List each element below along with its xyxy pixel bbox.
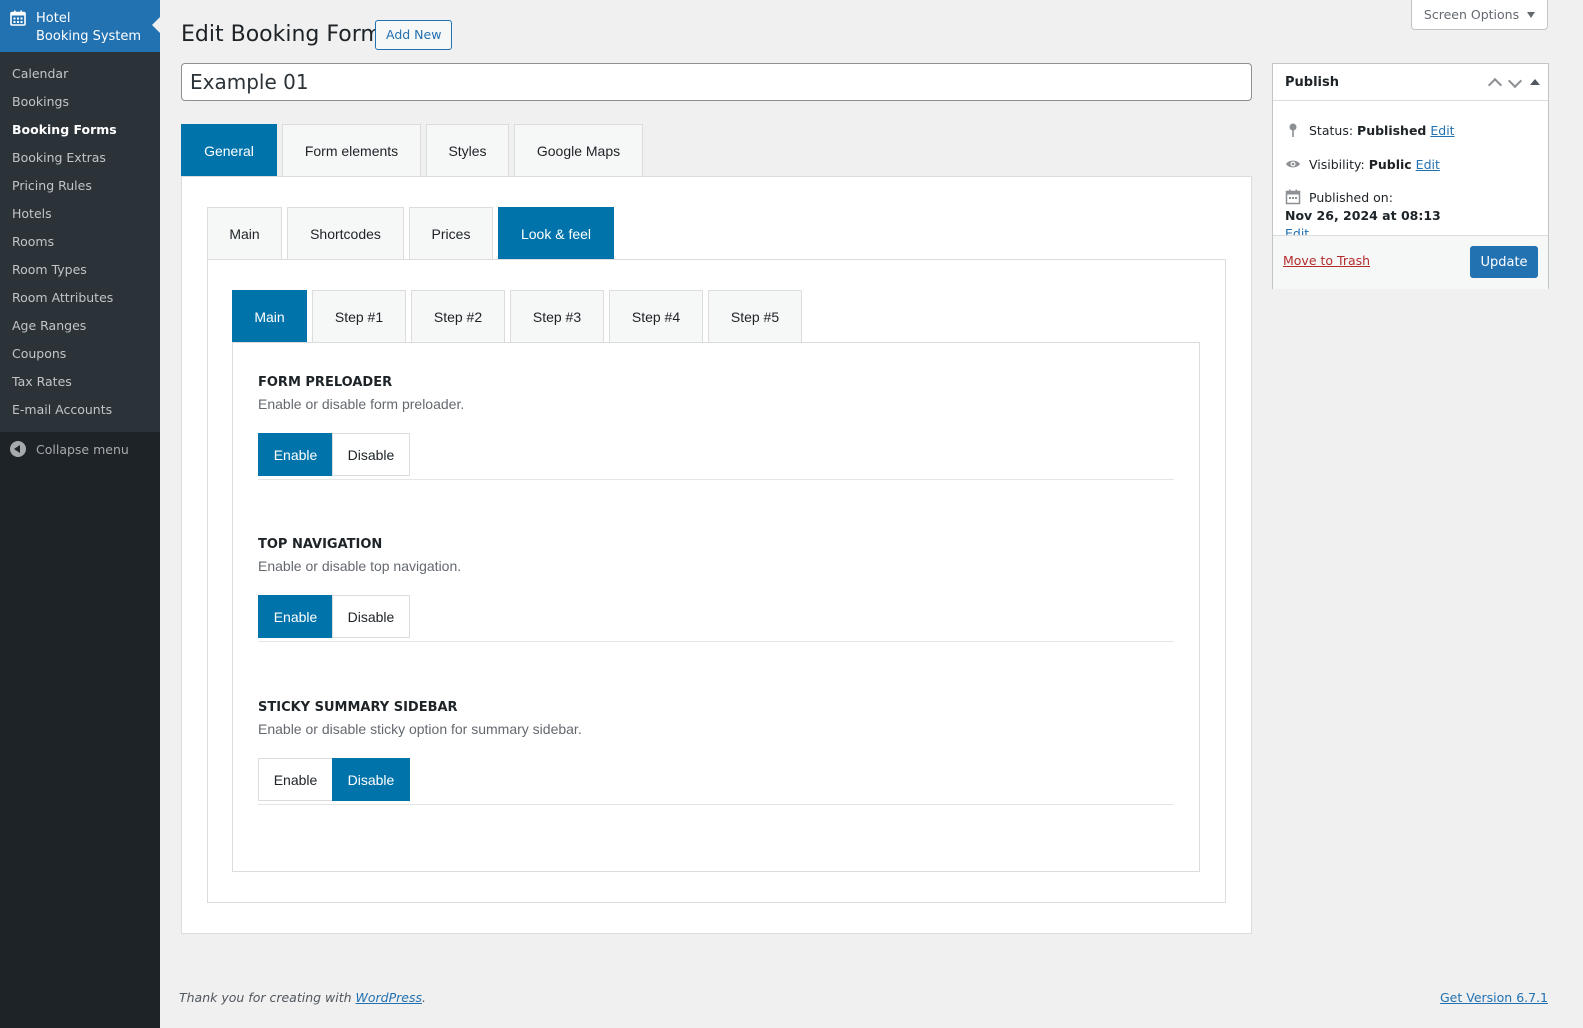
setting-sticky-summary-sidebar: STICKY SUMMARY SIDEBAR Enable or disable… <box>258 667 1174 805</box>
sidebar-plugin-title: Hotel Booking System <box>36 10 141 46</box>
sidebar-item-hotels[interactable]: Hotels <box>0 200 160 228</box>
caret-down-icon <box>1527 11 1536 18</box>
admin-sidebar: Hotel Booking System Calendar Bookings B… <box>0 0 161 1028</box>
edit-status-link[interactable]: Edit <box>1430 122 1454 140</box>
top-navigation-toggle: Enable Disable <box>258 595 1174 638</box>
visibility-value: Public <box>1368 157 1412 172</box>
form-preloader-toggle: Enable Disable <box>258 433 1174 476</box>
update-button[interactable]: Update <box>1470 246 1538 278</box>
top-navigation-enable-button[interactable]: Enable <box>258 595 333 638</box>
calendar-icon <box>10 10 26 26</box>
published-on-label: Published on: <box>1309 190 1393 205</box>
get-version-link[interactable]: Get Version 6.7.1 <box>1440 990 1548 1005</box>
move-up-icon[interactable] <box>1487 77 1503 93</box>
tab-styles[interactable]: Styles <box>426 124 509 177</box>
look-and-feel-step-tabs: Main Step #1 Step #2 Step #3 Step #4 Ste… <box>232 290 807 343</box>
publish-status-row: Status: Published Edit <box>1273 122 1455 140</box>
setting-title: FORM PRELOADER <box>258 375 393 390</box>
main-tabs: General Form elements Styles Google Maps <box>181 124 648 177</box>
sidebar-item-booking-extras[interactable]: Booking Extras <box>0 144 160 172</box>
published-on-value: Nov 26, 2024 at 08:13 <box>1285 208 1441 223</box>
general-subtabs: Main Shortcodes Prices Look & feel <box>207 207 619 260</box>
publish-visibility-row: Visibility: Public Edit <box>1273 156 1440 174</box>
form-title-input[interactable] <box>181 63 1252 101</box>
sidebar-item-email-accounts[interactable]: E-mail Accounts <box>0 396 160 424</box>
publish-title: Publish <box>1285 74 1339 90</box>
sidebar-plugin-title-line2: Booking System <box>36 29 142 44</box>
setting-description: Enable or disable form preloader. <box>258 396 465 412</box>
sidebar-submenu: Calendar Bookings Booking Forms Booking … <box>0 52 160 432</box>
publish-box-header: Publish <box>1273 64 1548 101</box>
current-menu-arrow <box>152 16 161 34</box>
add-new-button[interactable]: Add New <box>375 20 453 50</box>
step-tab-main[interactable]: Main <box>232 290 307 343</box>
setting-description: Enable or disable sticky option for summ… <box>258 721 582 737</box>
sticky-summary-toggle: Enable Disable <box>258 758 1174 801</box>
sidebar-item-pricing-rules[interactable]: Pricing Rules <box>0 172 160 200</box>
step-tab-1[interactable]: Step #1 <box>312 290 406 343</box>
move-down-icon[interactable] <box>1507 73 1523 89</box>
wordpress-link[interactable]: WordPress <box>356 990 422 1005</box>
setting-title: STICKY SUMMARY SIDEBAR <box>258 700 458 715</box>
collapse-menu-button[interactable]: Collapse menu <box>0 432 160 466</box>
pin-icon <box>1289 123 1297 137</box>
top-navigation-disable-button[interactable]: Disable <box>332 595 410 638</box>
setting-form-preloader: FORM PRELOADER Enable or disable form pr… <box>258 342 1174 480</box>
footer-thanks: Thank you for creating with WordPress. <box>179 990 426 1005</box>
sidebar-item-room-types[interactable]: Room Types <box>0 256 160 284</box>
status-label: Status: <box>1309 123 1354 138</box>
subtab-prices[interactable]: Prices <box>409 207 493 260</box>
visibility-label: Visibility: <box>1309 157 1365 172</box>
screen-options-button[interactable]: Screen Options <box>1411 0 1548 30</box>
setting-description: Enable or disable top navigation. <box>258 558 462 574</box>
form-preloader-enable-button[interactable]: Enable <box>258 433 333 476</box>
tab-form-elements[interactable]: Form elements <box>282 124 421 177</box>
tab-general[interactable]: General <box>181 124 277 177</box>
sidebar-item-tax-rates[interactable]: Tax Rates <box>0 368 160 396</box>
publish-actions: Move to Trash Update <box>1273 235 1548 289</box>
edit-visibility-link[interactable]: Edit <box>1416 156 1440 174</box>
subtab-look-and-feel[interactable]: Look & feel <box>498 207 614 260</box>
footer-thanks-prefix: Thank you for creating with <box>179 990 356 1005</box>
sidebar-item-rooms[interactable]: Rooms <box>0 228 160 256</box>
setting-top-navigation: TOP NAVIGATION Enable or disable top nav… <box>258 504 1174 642</box>
move-to-trash-link[interactable]: Move to Trash <box>1283 253 1370 268</box>
collapse-menu-label: Collapse menu <box>36 441 129 457</box>
sidebar-item-booking-forms[interactable]: Booking Forms <box>0 116 160 144</box>
screen-options-label: Screen Options <box>1423 7 1520 22</box>
eye-icon <box>1286 160 1300 168</box>
step-tab-3[interactable]: Step #3 <box>510 290 604 343</box>
sidebar-item-coupons[interactable]: Coupons <box>0 340 160 368</box>
sidebar-plugin-header[interactable]: Hotel Booking System <box>0 0 161 52</box>
step-tab-4[interactable]: Step #4 <box>609 290 703 343</box>
footer-thanks-suffix: . <box>422 990 426 1005</box>
step-tab-2[interactable]: Step #2 <box>411 290 505 343</box>
tab-google-maps[interactable]: Google Maps <box>514 124 643 177</box>
publish-box-controls <box>1487 73 1540 93</box>
calendar-icon <box>1285 189 1301 205</box>
toggle-panel-icon[interactable] <box>1530 79 1540 85</box>
page-title: Edit Booking Form <box>181 22 382 47</box>
sidebar-item-calendar[interactable]: Calendar <box>0 60 160 88</box>
sticky-summary-disable-button[interactable]: Disable <box>332 758 410 801</box>
form-preloader-disable-button[interactable]: Disable <box>332 433 410 476</box>
sidebar-item-room-attributes[interactable]: Room Attributes <box>0 284 160 312</box>
step-tab-5[interactable]: Step #5 <box>708 290 802 343</box>
publish-box: Publish Status: Published Edit Visibilit… <box>1272 63 1549 289</box>
sidebar-item-bookings[interactable]: Bookings <box>0 88 160 116</box>
status-value: Published <box>1357 123 1427 138</box>
subtab-shortcodes[interactable]: Shortcodes <box>287 207 404 260</box>
sidebar-item-age-ranges[interactable]: Age Ranges <box>0 312 160 340</box>
subtab-main[interactable]: Main <box>207 207 282 260</box>
sticky-summary-enable-button[interactable]: Enable <box>258 758 333 801</box>
sidebar-plugin-title-line1: Hotel <box>36 11 71 26</box>
setting-title: TOP NAVIGATION <box>258 537 383 552</box>
collapse-arrow-icon <box>10 441 26 457</box>
